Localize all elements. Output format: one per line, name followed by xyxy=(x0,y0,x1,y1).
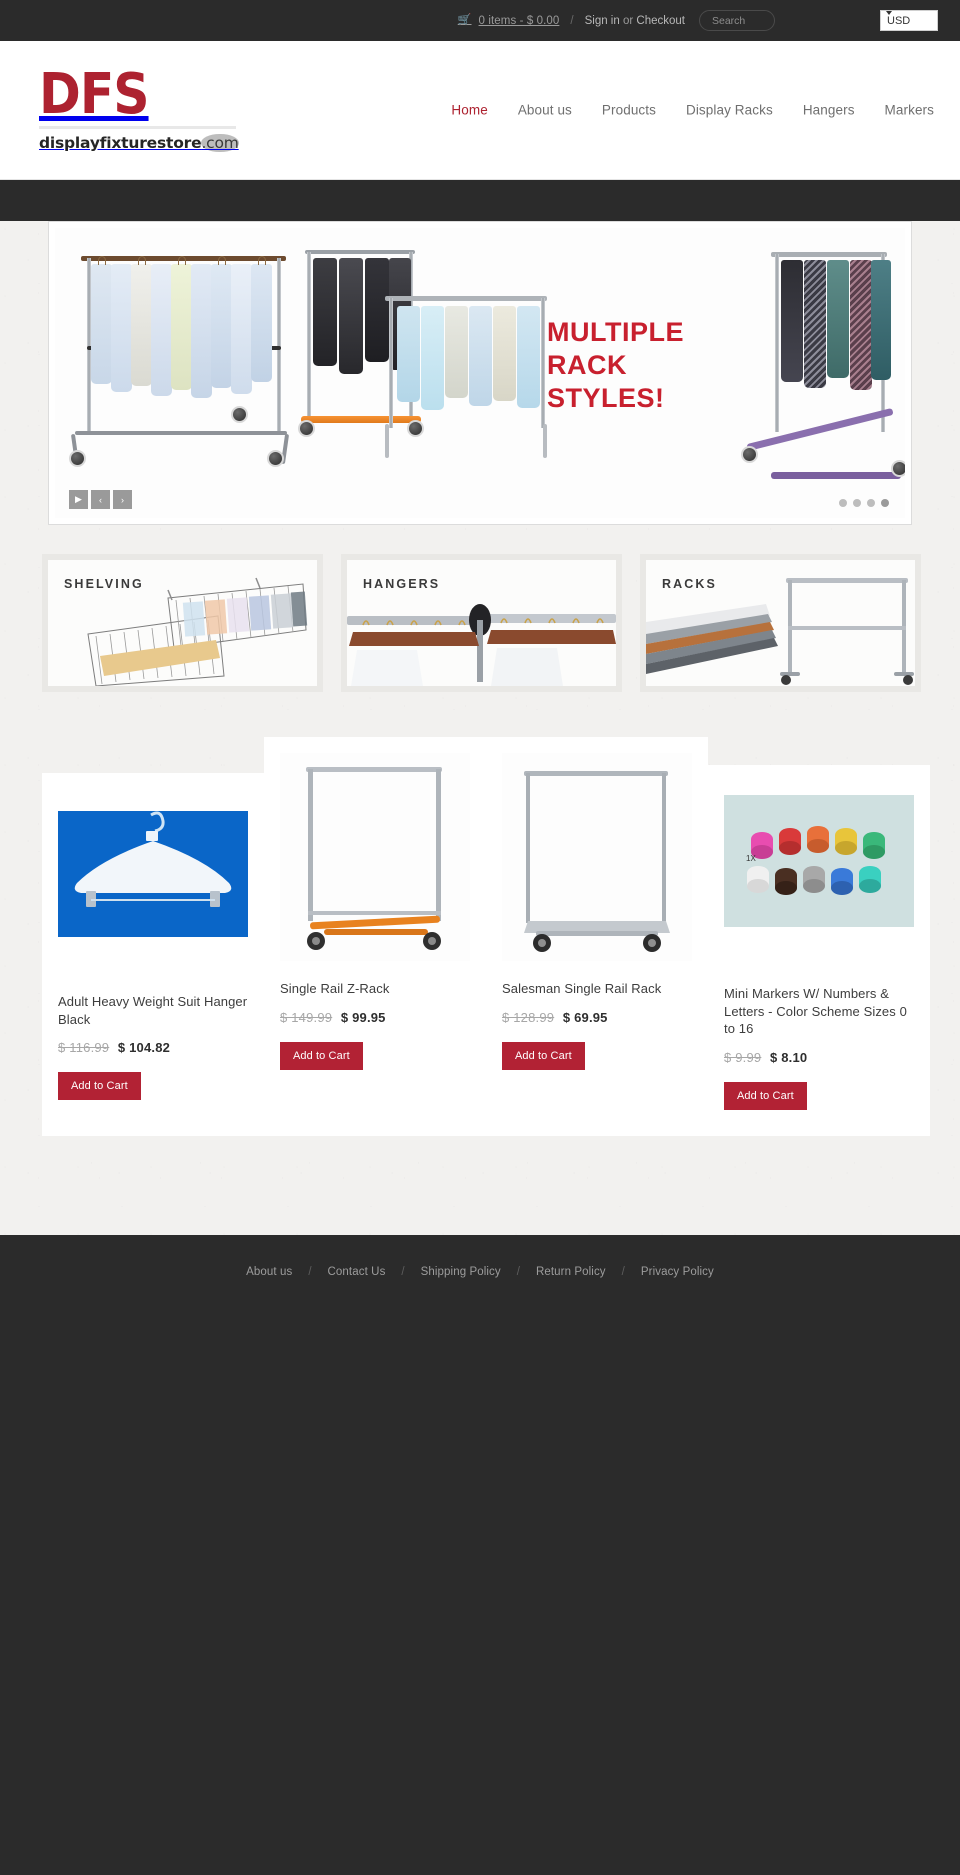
nav-item-about-us[interactable]: About us xyxy=(518,103,572,118)
topbar-separator: / xyxy=(570,14,574,27)
hero-slide: MULTIPLE RACK STYLES! xyxy=(55,228,905,518)
hero-headline-line3: STYLES! xyxy=(547,382,665,413)
page-content: MULTIPLE RACK STYLES! ▶ ‹ › SHELVING HAN… xyxy=(0,221,960,1235)
svg-text:1X: 1X xyxy=(746,854,756,863)
category-label-racks: RACKS xyxy=(662,577,717,591)
product-old-price: $ 128.99 xyxy=(502,1009,555,1025)
category-tile-racks-inner: RACKS xyxy=(646,560,915,686)
add-to-cart-button[interactable]: Add to Cart xyxy=(280,1041,363,1070)
product-info: Adult Heavy Weight Suit Hanger Black $ 1… xyxy=(42,974,264,1101)
logo-link[interactable]: DFS displayfixturestore.com xyxy=(39,62,239,152)
slider-dot[interactable] xyxy=(853,499,861,507)
footer-link-shipping-policy[interactable]: Shipping Policy xyxy=(421,1266,501,1278)
footer-links: About us / Contact Us / Shipping Policy … xyxy=(0,1266,960,1278)
slider-dot[interactable] xyxy=(867,499,875,507)
slider-play-icon[interactable]: ▶ xyxy=(69,490,88,509)
nav-item-products[interactable]: Products xyxy=(602,103,656,118)
footer-link-return-policy[interactable]: Return Policy xyxy=(536,1266,606,1278)
product-image-suit-hanger xyxy=(58,789,248,974)
search-container xyxy=(699,10,775,31)
shopping-cart-icon: 🛒 xyxy=(457,14,472,26)
hero-headline-line1: MULTIPLE xyxy=(547,317,684,347)
category-tile-shelving-inner: SHELVING xyxy=(48,560,317,686)
footer-link-privacy-policy[interactable]: Privacy Policy xyxy=(641,1266,714,1278)
hero-headline: MULTIPLE RACK STYLES! xyxy=(547,316,684,415)
logo-tagline: displayfixturestore.com xyxy=(39,133,239,152)
product-prices: $ 149.99 $ 99.95 xyxy=(280,1010,470,1025)
site-header: DFS displayfixturestore.com Home About u… xyxy=(0,41,960,180)
category-tile-hangers-inner: HANGERS xyxy=(347,560,616,686)
product-old-price: $ 9.99 xyxy=(724,1049,762,1065)
product-prices: $ 9.99 $ 8.10 xyxy=(724,1050,914,1065)
nav-item-hangers[interactable]: Hangers xyxy=(803,103,855,118)
product-card[interactable]: Salesman Single Rail Rack $ 128.99 $ 69.… xyxy=(486,737,708,1136)
product-info: Mini Markers W/ Numbers & Letters - Colo… xyxy=(708,966,930,1110)
sign-in-link[interactable]: Sign in xyxy=(585,15,620,27)
footer-link-about-us[interactable]: About us xyxy=(246,1266,292,1278)
product-new-price: $ 99.95 xyxy=(340,1009,386,1025)
product-old-price: $ 149.99 xyxy=(280,1009,333,1025)
product-prices: $ 116.99 $ 104.82 xyxy=(58,1040,248,1055)
category-tiles: SHELVING HANGERS RACKS xyxy=(42,554,921,692)
auth-links: Sign in or Checkout xyxy=(585,15,685,27)
slider-next-icon[interactable]: › xyxy=(113,490,132,509)
cart-link[interactable]: 🛒 0 items - $ 0.00 xyxy=(458,15,560,27)
product-new-price: $ 8.10 xyxy=(769,1049,808,1065)
add-to-cart-button[interactable]: Add to Cart xyxy=(502,1041,585,1070)
footer-separator: / xyxy=(621,1266,625,1278)
site-footer: About us / Contact Us / Shipping Policy … xyxy=(0,1235,960,1875)
nav-item-display-racks[interactable]: Display Racks xyxy=(686,103,773,118)
slider-pagination xyxy=(839,499,889,507)
product-grid: Adult Heavy Weight Suit Hanger Black $ 1… xyxy=(42,737,932,1136)
slider-prev-icon[interactable]: ‹ xyxy=(91,490,110,509)
slider-dot[interactable] xyxy=(839,499,847,507)
add-to-cart-button[interactable]: Add to Cart xyxy=(58,1072,141,1101)
checkout-link[interactable]: Checkout xyxy=(636,15,685,27)
nav-item-markers[interactable]: Markers xyxy=(885,103,934,118)
product-info: Salesman Single Rail Rack $ 128.99 $ 69.… xyxy=(486,961,708,1070)
product-prices: $ 128.99 $ 69.95 xyxy=(502,1010,692,1025)
product-info: Single Rail Z-Rack $ 149.99 $ 99.95 Add … xyxy=(264,961,486,1070)
nav-item-home[interactable]: Home xyxy=(451,103,487,118)
slider-dot-active[interactable] xyxy=(881,499,889,507)
product-card[interactable]: Single Rail Z-Rack $ 149.99 $ 99.95 Add … xyxy=(264,737,486,1136)
product-title: Mini Markers W/ Numbers & Letters - Colo… xyxy=(724,986,907,1037)
category-label-shelving: SHELVING xyxy=(64,577,144,591)
product-title: Adult Heavy Weight Suit Hanger Black xyxy=(58,994,248,1027)
footer-link-contact-us[interactable]: Contact Us xyxy=(328,1266,386,1278)
add-to-cart-button[interactable]: Add to Cart xyxy=(724,1081,807,1110)
hero-headline-line2: RACK xyxy=(547,349,627,380)
product-new-price: $ 69.95 xyxy=(562,1009,608,1025)
product-old-price: $ 116.99 xyxy=(58,1040,110,1056)
product-image-single-rail-z-rack xyxy=(280,753,470,961)
slider-controls: ▶ ‹ › xyxy=(69,490,132,509)
product-title: Single Rail Z-Rack xyxy=(280,981,390,996)
product-image-salesman-rack xyxy=(502,753,692,961)
product-card[interactable]: Adult Heavy Weight Suit Hanger Black $ 1… xyxy=(42,773,264,1136)
product-card[interactable]: 1X Mini Markers W/ Numbers & Letters - C… xyxy=(708,765,930,1136)
cart-summary-text: 0 items - $ 0.00 xyxy=(478,14,560,27)
logo-tagline-bold: displayfixturestore xyxy=(39,133,202,152)
logo-tagline-light: .com xyxy=(201,133,239,152)
category-label-hangers: HANGERS xyxy=(363,577,441,591)
product-new-price: $ 104.82 xyxy=(117,1040,171,1056)
hero-slider: MULTIPLE RACK STYLES! ▶ ‹ › xyxy=(48,221,912,525)
utility-bar: 🛒 0 items - $ 0.00 / Sign in or Checkout… xyxy=(0,0,960,41)
logo-wordmark: DFS xyxy=(39,62,150,128)
product-title: Salesman Single Rail Rack xyxy=(502,981,662,996)
footer-separator: / xyxy=(516,1266,520,1278)
footer-separator: / xyxy=(308,1266,312,1278)
or-label: or xyxy=(622,14,634,27)
search-input[interactable] xyxy=(699,10,775,31)
category-tile-racks[interactable]: RACKS xyxy=(640,554,921,692)
footer-separator: / xyxy=(401,1266,405,1278)
main-navigation: Home About us Products Display Racks Han… xyxy=(451,103,934,118)
category-tile-hangers[interactable]: HANGERS xyxy=(341,554,622,692)
category-tile-shelving[interactable]: SHELVING xyxy=(42,554,323,692)
product-image-mini-markers: 1X xyxy=(724,781,914,966)
chevron-down-icon xyxy=(886,11,892,15)
